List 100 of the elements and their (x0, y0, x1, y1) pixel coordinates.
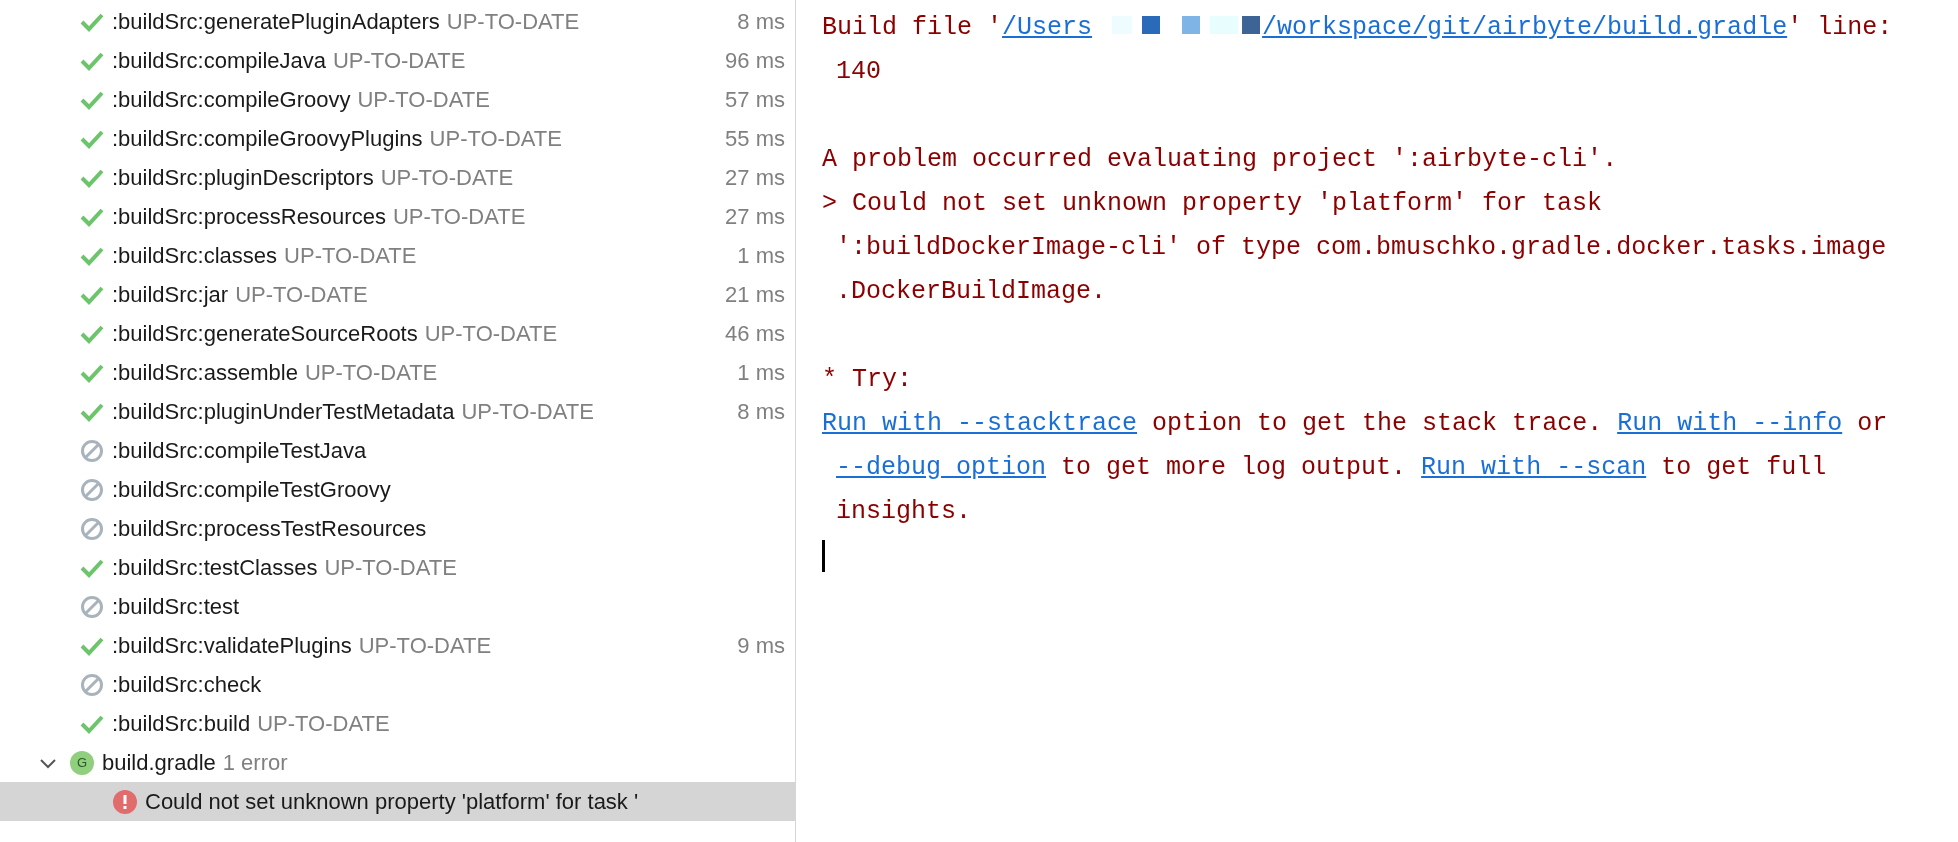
task-duration: 57 ms (725, 86, 785, 113)
task-name: :buildSrc:pluginDescriptors (112, 164, 374, 191)
task-name: :buildSrc:jar (112, 281, 229, 308)
console-link[interactable]: Run with --info (1617, 409, 1843, 438)
task-status: UP-TO-DATE (392, 203, 526, 230)
task-row[interactable]: :buildSrc:build UP-TO-DATE (0, 704, 795, 743)
file-row[interactable]: G build.gradle 1 error (0, 743, 795, 782)
check-icon (80, 323, 104, 344)
task-name: :buildSrc:compileGroovy (112, 86, 351, 113)
task-duration: 1 ms (737, 359, 785, 386)
task-status: UP-TO-DATE (446, 8, 580, 35)
task-name: :buildSrc:classes (112, 242, 278, 269)
task-row[interactable]: :buildSrc:validatePlugins UP-TO-DATE 9 ms (0, 626, 795, 665)
console-line: --debug option to get more log output. Run with --scan to get full (835, 452, 1828, 484)
task-name: :buildSrc:generatePluginAdapters (112, 8, 440, 35)
check-icon (80, 206, 104, 227)
error-row[interactable]: Could not set unknown property 'platform' for task ' (0, 782, 795, 821)
check-icon (80, 89, 104, 110)
check-icon (80, 284, 104, 305)
task-name: :buildSrc:validatePlugins (112, 632, 352, 659)
task-row[interactable]: :buildSrc:pluginDescriptors UP-TO-DATE 27 ms (0, 158, 795, 197)
task-duration: 21 ms (725, 281, 785, 308)
gradle-badge: G (70, 750, 94, 775)
console-link[interactable]: Run with --stacktrace (822, 409, 1138, 438)
task-row[interactable]: :buildSrc:generatePluginAdapters UP-TO-DATE 8 ms (0, 2, 795, 41)
task-status: UP-TO-DATE (324, 554, 457, 581)
task-name: :buildSrc:assemble (112, 359, 298, 386)
console-link[interactable]: Run with --scan (1421, 453, 1647, 482)
check-icon (80, 50, 104, 71)
console-line: Build file '/Users /workspace/git/airbyte/build.gradle' line: (822, 12, 1894, 44)
task-row[interactable]: :buildSrc:compileGroovy UP-TO-DATE 57 ms (0, 80, 795, 119)
check-icon (80, 635, 104, 656)
console-link[interactable]: --debug option (836, 453, 1047, 482)
check-icon (80, 557, 104, 578)
task-name: :buildSrc:compileTestGroovy (112, 476, 391, 503)
task-row[interactable]: :buildSrc:test (0, 587, 795, 626)
file-name: build.gradle (102, 749, 216, 776)
check-icon (80, 11, 104, 32)
skipped-icon (80, 477, 104, 502)
task-duration: 46 ms (725, 320, 785, 347)
task-status: UP-TO-DATE (284, 242, 417, 269)
task-duration: 96 ms (725, 47, 785, 74)
console-line: .DockerBuildImage. (835, 276, 1108, 308)
task-row[interactable]: :buildSrc:processTestResources (0, 509, 795, 548)
check-icon (80, 713, 104, 734)
console-line: A problem occurred evaluating project ':airbyte-cli'. (822, 144, 1619, 176)
console-line: * Try: (822, 364, 913, 396)
skipped-icon (80, 594, 104, 619)
task-row[interactable]: :buildSrc:jar UP-TO-DATE 21 ms (0, 275, 795, 314)
console-line: > Could not set unknown property 'platform' for task (822, 188, 1604, 220)
skipped-icon (80, 516, 104, 541)
error-count: 1 error (222, 749, 288, 776)
task-name: :buildSrc:test (112, 593, 240, 620)
task-status: UP-TO-DATE (257, 710, 390, 737)
task-row[interactable]: :buildSrc:classes UP-TO-DATE 1 ms (0, 236, 795, 275)
task-row[interactable]: :buildSrc:generateSourceRoots UP-TO-DATE 46 ms (0, 314, 795, 353)
error-message: Could not set unknown property 'platform' for task ' (145, 788, 639, 815)
task-status: UP-TO-DATE (357, 86, 490, 113)
task-status: UP-TO-DATE (380, 164, 514, 191)
console-link[interactable]: /Users (1002, 13, 1093, 42)
task-status: UP-TO-DATE (461, 398, 594, 425)
task-row[interactable]: :buildSrc:testClasses UP-TO-DATE (0, 548, 795, 587)
check-icon (80, 245, 104, 266)
check-icon (80, 401, 104, 422)
task-name: :buildSrc:processResources (112, 203, 386, 230)
console-line: Run with --stacktrace option to get the stack trace. Run with --info or (822, 408, 1889, 440)
task-row[interactable]: :buildSrc:compileTestGroovy (0, 470, 795, 509)
skipped-icon (80, 672, 104, 697)
console-line: 140 (835, 56, 882, 88)
task-status: UP-TO-DATE (424, 320, 558, 347)
task-row[interactable]: :buildSrc:compileGroovyPlugins UP-TO-DATE 55 ms (0, 119, 795, 158)
check-icon (80, 167, 104, 188)
task-row[interactable]: :buildSrc:compileTestJava (0, 431, 795, 470)
task-name: :buildSrc:compileJava (112, 47, 326, 74)
error-icon (113, 789, 137, 814)
task-name: :buildSrc:processTestResources (112, 515, 427, 542)
task-name: :buildSrc:compileGroovyPlugins (112, 125, 423, 152)
task-name: :buildSrc:testClasses (112, 554, 318, 581)
task-duration: 55 ms (725, 125, 785, 152)
task-duration: 27 ms (725, 164, 785, 191)
console-link[interactable]: /workspace/git/airbyte/build.gradle (1262, 13, 1788, 42)
task-row[interactable]: :buildSrc:compileJava UP-TO-DATE 96 ms (0, 41, 795, 80)
task-name: :buildSrc:check (112, 671, 262, 698)
task-status: UP-TO-DATE (333, 47, 466, 74)
console-line: ':buildDockerImage-cli' of type com.bmuschko.gradle.docker.tasks.image (835, 232, 1888, 264)
task-row[interactable]: :buildSrc:processResources UP-TO-DATE 27 ms (0, 197, 795, 236)
task-name: :buildSrc:pluginUnderTestMetadata (112, 398, 455, 425)
task-name: :buildSrc:build (112, 710, 251, 737)
task-row[interactable]: :buildSrc:check (0, 665, 795, 704)
task-row[interactable]: :buildSrc:pluginUnderTestMetadata UP-TO-DATE 8 ms (0, 392, 795, 431)
task-duration: 27 ms (725, 203, 785, 230)
task-duration: 8 ms (737, 8, 785, 35)
check-icon (80, 362, 104, 383)
task-name: :buildSrc:generateSourceRoots (112, 320, 418, 347)
task-duration: 8 ms (737, 398, 785, 425)
task-row[interactable]: :buildSrc:assemble UP-TO-DATE 1 ms (0, 353, 795, 392)
task-status: UP-TO-DATE (429, 125, 562, 152)
task-duration: 1 ms (737, 242, 785, 269)
task-status: UP-TO-DATE (304, 359, 438, 386)
task-status: UP-TO-DATE (235, 281, 368, 308)
